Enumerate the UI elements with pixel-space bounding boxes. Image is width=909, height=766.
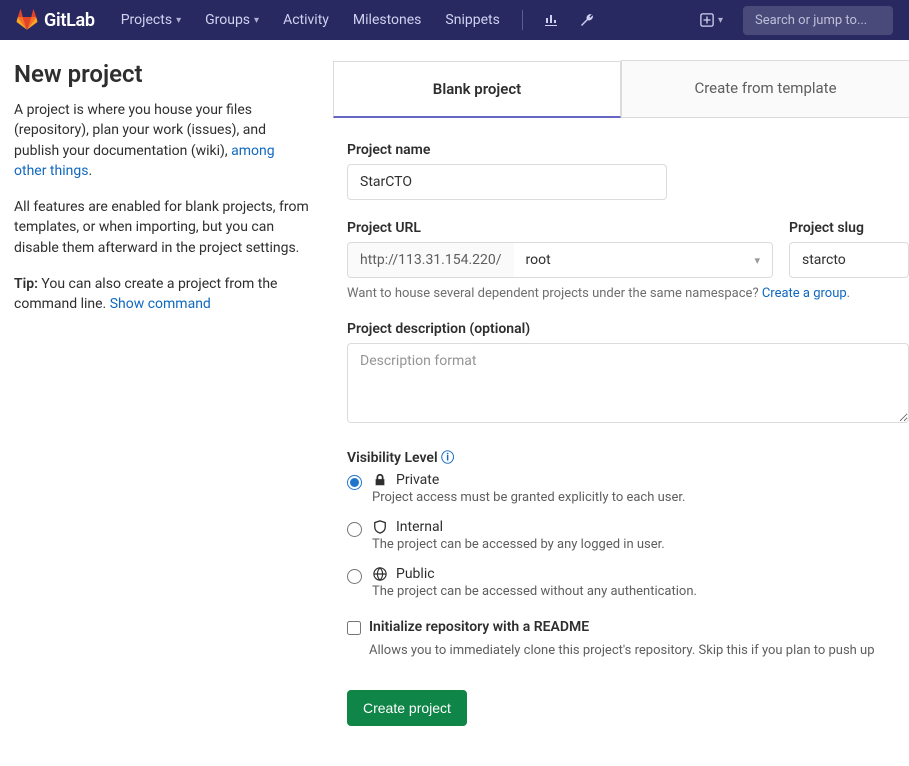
plus-square-icon: [700, 13, 714, 27]
side-intro: A project is where you house your files …: [14, 100, 309, 181]
description-textarea[interactable]: [347, 343, 909, 423]
wrench-icon: [579, 12, 595, 28]
nav-activity[interactable]: Activity: [273, 6, 339, 34]
nav-new-dropdown[interactable]: ▾: [692, 9, 731, 31]
brand-text: GitLab: [44, 10, 95, 31]
visibility-internal-radio[interactable]: [347, 522, 362, 537]
project-slug-label: Project slug: [789, 220, 909, 236]
new-project-form: Project name Project URL http://113.31.1…: [333, 142, 909, 726]
namespace-hint: Want to house several dependent projects…: [347, 286, 909, 301]
visibility-internal[interactable]: Internal The project can be accessed by …: [347, 519, 909, 552]
help-icon[interactable]: ⓘ: [441, 451, 454, 466]
side-panel: New project A project is where you house…: [14, 60, 309, 726]
visibility-public-radio[interactable]: [347, 569, 362, 584]
show-command-link[interactable]: Show command: [110, 296, 211, 312]
nav-search: [743, 6, 893, 35]
logo[interactable]: GitLab: [16, 9, 95, 31]
side-tip: Tip: You can also create a project from …: [14, 274, 309, 315]
namespace-select[interactable]: root ▾: [514, 242, 773, 278]
nav-admin-icon[interactable]: [571, 6, 603, 34]
nav-milestones[interactable]: Milestones: [343, 6, 432, 34]
tabs: Blank project Create from template: [333, 60, 909, 118]
chevron-down-icon: ▾: [718, 15, 723, 26]
chevron-down-icon: ▾: [176, 15, 181, 26]
project-url-label: Project URL: [347, 220, 773, 236]
chevron-down-icon: ▾: [254, 15, 259, 26]
nav-menu: Projects▾ Groups▾ Activity Milestones Sn…: [111, 6, 603, 34]
project-slug-input[interactable]: [789, 242, 909, 278]
shield-icon: [372, 520, 388, 534]
side-features: All features are enabled for blank proje…: [14, 197, 309, 258]
nav-groups[interactable]: Groups▾: [195, 6, 269, 34]
tab-blank-project[interactable]: Blank project: [333, 61, 621, 118]
nav-divider: [522, 10, 523, 30]
project-name-label: Project name: [347, 142, 909, 158]
namespace-value: root: [526, 252, 551, 268]
project-name-input[interactable]: [347, 164, 667, 200]
initialize-readme[interactable]: Initialize repository with a README: [347, 619, 909, 635]
create-group-link[interactable]: Create a group: [762, 286, 847, 301]
nav-snippets[interactable]: Snippets: [435, 6, 509, 34]
visibility-private[interactable]: Private Project access must be granted e…: [347, 472, 909, 505]
visibility-public[interactable]: Public The project can be accessed witho…: [347, 566, 909, 599]
search-input[interactable]: [743, 6, 893, 35]
page-title: New project: [14, 60, 309, 88]
visibility-label: Visibility Level ⓘ: [347, 447, 909, 466]
lock-icon: [372, 473, 388, 487]
description-label: Project description (optional): [347, 321, 909, 337]
tab-create-from-template[interactable]: Create from template: [621, 60, 909, 117]
chevron-down-icon: ▾: [754, 254, 760, 267]
nav-metrics-icon[interactable]: [535, 6, 567, 34]
initialize-readme-checkbox[interactable]: [347, 621, 361, 635]
initialize-readme-desc: Allows you to immediately clone this pro…: [369, 643, 909, 658]
visibility-private-radio[interactable]: [347, 475, 362, 490]
chart-icon: [543, 12, 559, 28]
project-url-prefix: http://113.31.154.220/: [347, 242, 514, 278]
globe-icon: [372, 567, 388, 581]
main-panel: Blank project Create from template Proje…: [333, 60, 909, 726]
nav-projects[interactable]: Projects▾: [111, 6, 191, 34]
top-nav: GitLab Projects▾ Groups▾ Activity Milest…: [0, 0, 909, 40]
gitlab-logo-icon: [16, 9, 38, 31]
create-project-button[interactable]: Create project: [347, 690, 467, 726]
